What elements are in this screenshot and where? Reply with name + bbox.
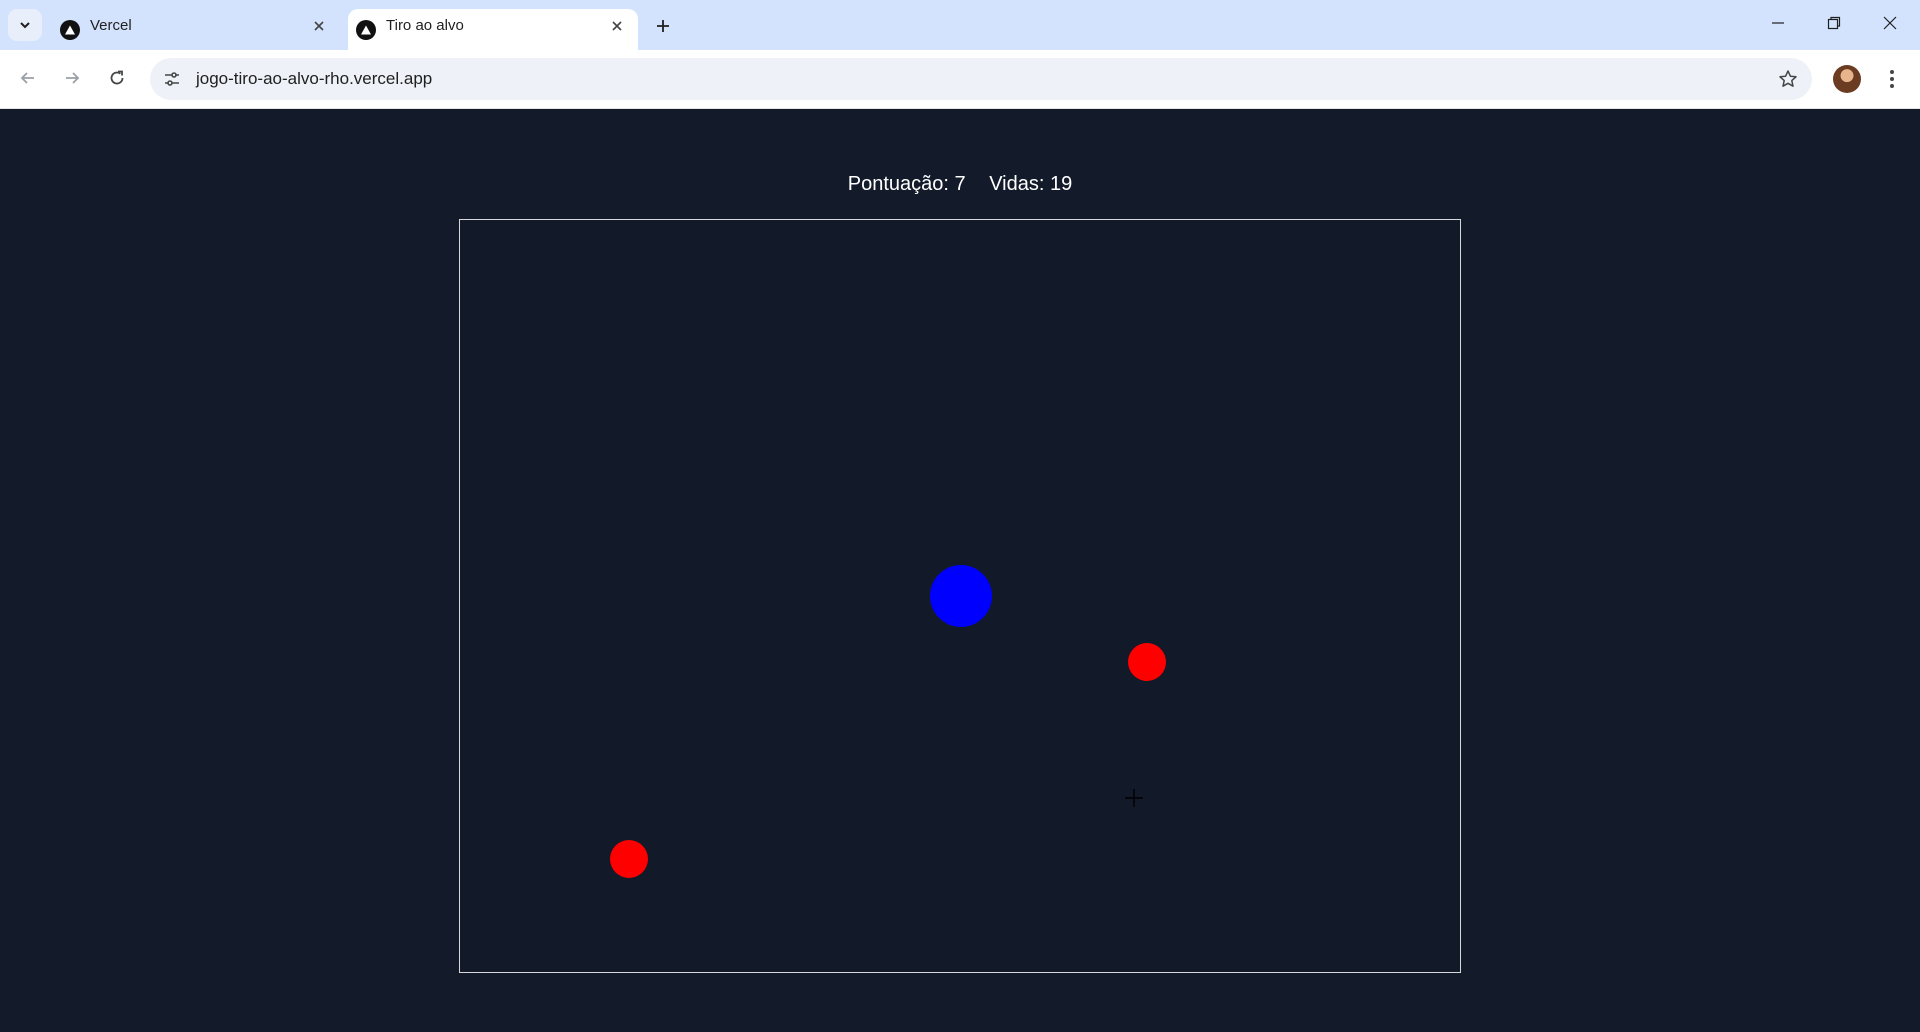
score-label: Pontuação: 7 — [847, 173, 966, 195]
vercel-triangle-icon — [356, 20, 376, 40]
restore-button[interactable] — [1814, 8, 1854, 38]
star-icon[interactable] — [1776, 67, 1800, 91]
reload-button[interactable] — [101, 62, 133, 94]
address-bar[interactable]: jogo-tiro-ao-alvo-rho.vercel.app — [150, 58, 1812, 100]
profile-avatar[interactable] — [1833, 65, 1861, 93]
close-icon[interactable] — [308, 15, 330, 37]
tab-title: Tiro ao alvo — [386, 17, 464, 34]
plus-icon — [657, 20, 669, 32]
vercel-triangle-icon — [60, 20, 80, 40]
close-icon — [1883, 16, 1897, 30]
back-button[interactable] — [12, 62, 44, 94]
restore-icon — [1827, 16, 1841, 30]
kebab-icon[interactable] — [1880, 63, 1904, 95]
reload-icon — [110, 70, 124, 85]
forward-button[interactable] — [56, 62, 88, 94]
browser-toolbar: jogo-tiro-ao-alvo-rho.vercel.app — [0, 50, 1920, 109]
tab-tiro-ao-alvo[interactable]: Tiro ao alvo — [348, 9, 638, 50]
red-target[interactable] — [610, 840, 648, 878]
chevron-down-icon — [20, 22, 30, 29]
crosshair-cursor-icon — [1125, 789, 1143, 807]
new-tab-button[interactable] — [650, 13, 676, 39]
arrow-left-icon — [20, 72, 34, 84]
lives-label: Vidas: 19 — [989, 173, 1073, 195]
blue-target[interactable] — [930, 565, 992, 627]
page-content: Pontuação: 7 Vidas: 19 — [0, 109, 1920, 1032]
red-target[interactable] — [1128, 643, 1166, 681]
tab-search-button[interactable] — [8, 9, 42, 41]
game-hud: Pontuação: 7 Vidas: 19 — [0, 173, 1920, 196]
game-canvas[interactable] — [459, 219, 1461, 973]
close-window-button[interactable] — [1870, 8, 1910, 38]
tab-vercel[interactable]: Vercel — [52, 9, 340, 50]
close-icon[interactable] — [606, 15, 628, 37]
tune-icon[interactable] — [160, 67, 184, 91]
minimize-button[interactable] — [1758, 8, 1798, 38]
url-text: jogo-tiro-ao-alvo-rho.vercel.app — [196, 69, 433, 88]
minimize-icon — [1772, 22, 1784, 24]
arrow-right-icon — [66, 72, 80, 84]
tab-strip: Vercel Tiro ao alvo — [0, 0, 1920, 50]
tab-title: Vercel — [90, 17, 132, 34]
